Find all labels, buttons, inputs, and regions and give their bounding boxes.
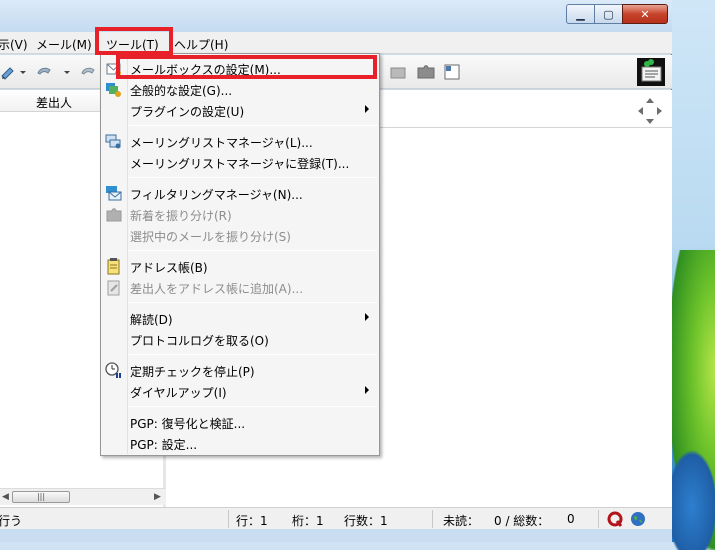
menu-item-add-sender[interactable]: 差出人をアドレス帳に追加(A)... xyxy=(101,277,379,298)
menu-mail[interactable]: メール(M) xyxy=(36,36,92,53)
menu-label: 全般的な設定(G)... xyxy=(130,84,233,98)
status-total: 0 xyxy=(567,512,575,526)
submenu-arrow-icon xyxy=(365,313,369,321)
menu-item-stop-periodic-check[interactable]: 定期チェックを停止(P) xyxy=(101,360,379,381)
scroll-left-icon[interactable]: ◀ xyxy=(2,492,9,502)
menu-label: 定期チェックを停止(P) xyxy=(130,365,255,379)
menu-label: メーリングリストマネージャに登録(T)... xyxy=(130,157,350,171)
menu-label: アドレス帳(B) xyxy=(130,261,208,275)
q-indicator-icon[interactable] xyxy=(607,511,623,527)
periodic-check-icon xyxy=(105,362,121,378)
menu-item-address-book[interactable]: アドレス帳(B) xyxy=(101,256,379,277)
menu-separator xyxy=(129,125,377,126)
window-bottom-border xyxy=(0,529,672,542)
status-bar: 行う 行：1 桁：1 行数：1 未読： 0 / 総数： 0 xyxy=(0,507,672,529)
maximize-icon: ▢ xyxy=(603,7,614,21)
menu-separator xyxy=(129,177,377,178)
chevron-down-icon[interactable] xyxy=(19,64,27,80)
menu-separator xyxy=(129,302,377,303)
menu-item-plugin-settings[interactable]: プラグインの設定(U) xyxy=(101,100,379,121)
menu-item-mailing-list-manager[interactable]: メーリングリストマネージャ(L)... xyxy=(101,131,379,152)
navigation-arrows-icon[interactable] xyxy=(636,96,664,126)
window-controls: ▁ ▢ ✕ xyxy=(566,4,668,24)
menu-label: PGP: 復号化と検証... xyxy=(130,417,246,431)
chevron-down-icon[interactable] xyxy=(63,64,71,80)
highlight-tools-menu xyxy=(95,27,173,55)
menu-label: プロトコルログを取る(O) xyxy=(130,334,269,348)
minimize-button[interactable]: ▁ xyxy=(566,4,594,24)
status-separator xyxy=(432,510,433,528)
horizontal-scrollbar[interactable]: ◀ ||| ▶ xyxy=(0,488,166,505)
submenu-arrow-icon xyxy=(365,386,369,394)
status-row: 行：1 xyxy=(236,514,268,528)
online-globe-icon[interactable] xyxy=(630,511,646,527)
menu-item-protocol-log[interactable]: プロトコルログを取る(O) xyxy=(101,329,379,350)
menu-item-filter-manager[interactable]: フィルタリングマネージャ(N)... xyxy=(101,183,379,204)
status-counts: 0 / 総数： xyxy=(494,514,550,528)
close-icon: ✕ xyxy=(640,7,650,21)
status-separator xyxy=(598,510,599,528)
status-line-count: 行数：1 xyxy=(344,514,388,528)
menu-label: ダイヤルアップ(I) xyxy=(130,386,227,400)
close-button[interactable]: ✕ xyxy=(622,4,668,24)
menu-label: メーリングリストマネージャ(L)... xyxy=(130,136,313,150)
desktop-wallpaper-blue xyxy=(672,440,715,550)
menu-label: 差出人をアドレス帳に追加(A)... xyxy=(130,282,304,296)
menu-item-general-settings[interactable]: 全般的な設定(G)... xyxy=(101,79,379,100)
maximize-button[interactable]: ▢ xyxy=(594,4,622,24)
menu-separator xyxy=(129,250,377,251)
menu-item-decode[interactable]: 解読(D) xyxy=(101,308,379,329)
general-settings-icon xyxy=(106,83,121,97)
folder-icon[interactable] xyxy=(390,64,406,80)
layout-icon[interactable] xyxy=(444,64,460,80)
menu-label: PGP: 設定... xyxy=(130,438,198,452)
menu-separator xyxy=(129,354,377,355)
menu-item-dialup[interactable]: ダイヤルアップ(I) xyxy=(101,381,379,402)
filter-manager-icon xyxy=(106,186,122,201)
menu-label: 選択中のメールを振り分け(S) xyxy=(130,230,291,244)
submenu-arrow-icon xyxy=(365,105,369,113)
tools-menu-dropdown: メールボックスの設定(M)... 全般的な設定(G)... プラグインの設定(U… xyxy=(100,53,380,456)
status-message: 行う xyxy=(0,514,23,528)
scroll-right-icon[interactable]: ▶ xyxy=(154,492,161,502)
column-sender[interactable]: 差出人 xyxy=(36,94,72,111)
compose-icon[interactable] xyxy=(0,64,16,80)
menu-item-pgp-settings[interactable]: PGP: 設定... xyxy=(101,433,379,454)
reply-icon[interactable] xyxy=(36,64,52,80)
menu-item-sort-selected[interactable]: 選択中のメールを振り分け(S) xyxy=(101,225,379,246)
add-sender-icon xyxy=(107,280,120,296)
highlight-mailbox-settings xyxy=(116,55,377,79)
status-separator xyxy=(228,510,229,528)
forward-icon[interactable] xyxy=(80,64,96,80)
mailing-list-icon xyxy=(105,134,121,149)
menu-help[interactable]: ヘルプ(H) xyxy=(174,36,228,53)
menu-item-pgp-decrypt[interactable]: PGP: 復号化と検証... xyxy=(101,412,379,433)
menu-item-register-mailing-list[interactable]: メーリングリストマネージャに登録(T)... xyxy=(101,152,379,173)
menu-label: プラグインの設定(U) xyxy=(130,105,245,119)
sort-new-icon xyxy=(106,208,122,222)
menu-view[interactable]: 表示(V) xyxy=(0,36,28,53)
menu-label: 解読(D) xyxy=(130,313,173,327)
minimize-icon: ▁ xyxy=(576,7,585,21)
menu-item-sort-new[interactable]: 新着を振り分け(R) xyxy=(101,204,379,225)
address-book-icon xyxy=(107,258,120,275)
scrollbar-thumb[interactable]: ||| xyxy=(12,491,70,503)
status-unread: 未読： xyxy=(443,514,480,528)
menu-separator xyxy=(129,406,377,407)
puzzle-icon[interactable] xyxy=(416,64,436,80)
new-mail-notify-icon[interactable] xyxy=(637,58,665,86)
status-column: 桁：1 xyxy=(292,514,324,528)
menu-label: 新着を振り分け(R) xyxy=(130,209,232,223)
menu-label: フィルタリングマネージャ(N)... xyxy=(130,188,303,202)
